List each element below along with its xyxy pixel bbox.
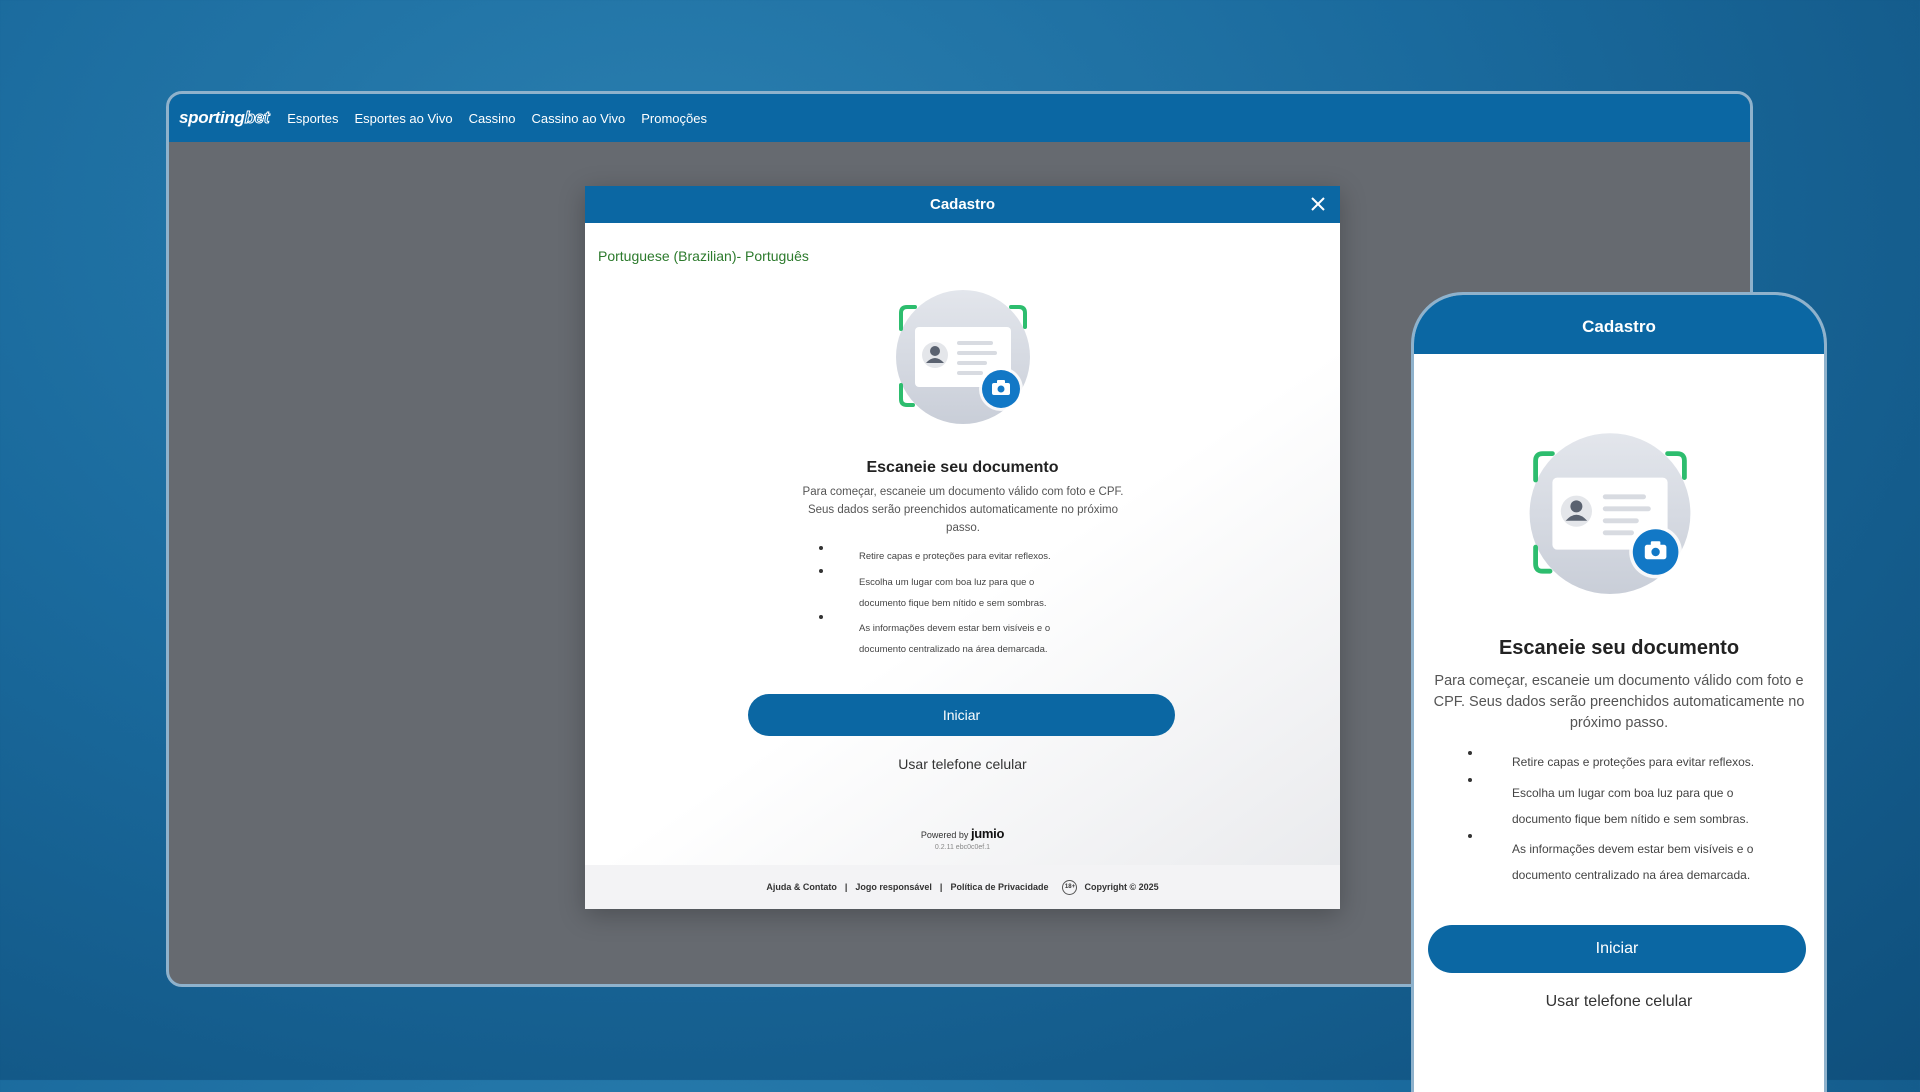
powered-by: Powered by jumio xyxy=(585,826,1340,841)
scan-document-description: Para começar, escaneie um documento váli… xyxy=(802,486,1124,534)
phone-frame: Cadastro Escaneie seu documento Para com… xyxy=(1411,292,1827,1092)
phone-title: Cadastro xyxy=(1582,316,1656,336)
footer-separator: | xyxy=(844,882,848,892)
tip-item: As informações devem estar bem visíveis … xyxy=(1468,834,1760,888)
modal-footer: Ajuda & Contato | Jogo responsável | Pol… xyxy=(585,865,1340,909)
age-restriction-icon: 18+ xyxy=(1062,879,1078,895)
top-navbar: sportingbet Esportes Esportes ao Vivo Ca… xyxy=(169,94,1750,142)
start-button[interactable]: Iniciar xyxy=(1428,925,1806,973)
scan-document-heading: Escaneie seu documento xyxy=(1498,637,1740,659)
scan-document-description: Para começar, escaneie um documento váli… xyxy=(1433,673,1805,731)
tips-list: Retire capas e proteções para evitar ref… xyxy=(819,546,1079,660)
registration-modal: Cadastro Portuguese (Brazilian)- Portugu… xyxy=(585,186,1340,909)
id-scan-illustration-icon xyxy=(1529,433,1691,594)
modal-title: Cadastro xyxy=(929,196,996,213)
footer-responsible-link[interactable]: Jogo responsável xyxy=(855,882,932,892)
phone-header: Cadastro xyxy=(1414,295,1824,354)
footer-separator: | xyxy=(939,882,943,892)
id-scan-illustration-icon xyxy=(896,290,1030,424)
nav-cassino[interactable]: Cassino xyxy=(469,111,516,126)
nav-cassino-ao-vivo[interactable]: Cassino ao Vivo xyxy=(532,111,626,126)
language-selector[interactable]: Portuguese (Brazilian)- Português xyxy=(598,248,809,264)
footer-copyright: Copyright © 2025 xyxy=(1084,882,1159,892)
use-phone-link[interactable]: Usar telefone celular xyxy=(1414,993,1824,1011)
version-text: 0.2.11 ebc0c0ef.1 xyxy=(934,844,991,851)
close-icon[interactable] xyxy=(1308,194,1328,214)
tip-item: Retire capas e proteções para evitar ref… xyxy=(1468,751,1760,772)
powered-by-label: Powered by xyxy=(920,830,969,840)
footer-privacy-link[interactable]: Política de Privacidade xyxy=(950,882,1048,892)
tips-list: Retire capas e proteções para evitar ref… xyxy=(1468,751,1760,888)
scan-document-heading: Escaneie seu documento xyxy=(866,459,1059,476)
tip-item: Retire capas e proteções para evitar ref… xyxy=(819,546,1079,564)
sportingbet-logo[interactable]: sportingbet xyxy=(179,108,270,128)
nav-esportes[interactable]: Esportes xyxy=(287,111,338,126)
nav-esportes-ao-vivo[interactable]: Esportes ao Vivo xyxy=(355,111,453,126)
tip-item: Escolha um lugar com boa luz para que o … xyxy=(1468,778,1760,832)
jumio-logo: jumio xyxy=(970,826,1005,841)
use-phone-link[interactable]: Usar telefone celular xyxy=(585,756,1340,772)
nav-promocoes[interactable]: Promoções xyxy=(641,111,707,126)
start-button[interactable]: Iniciar xyxy=(748,694,1175,736)
tip-item: Escolha um lugar com boa luz para que o … xyxy=(819,569,1079,614)
tip-item: As informações devem estar bem visíveis … xyxy=(819,615,1079,660)
modal-header: Cadastro xyxy=(585,186,1340,223)
footer-help-link[interactable]: Ajuda & Contato xyxy=(766,882,837,892)
